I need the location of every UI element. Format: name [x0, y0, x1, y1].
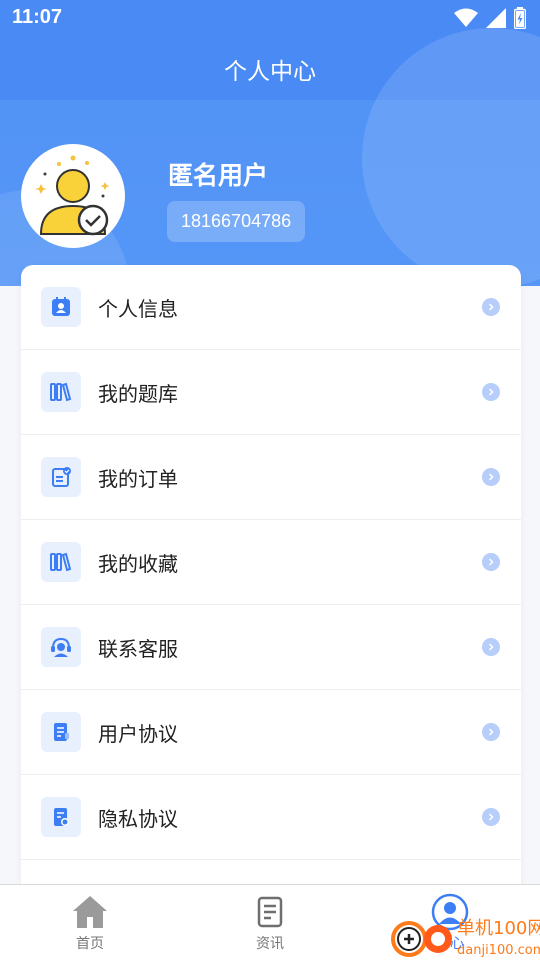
watermark-url: danji100.com — [457, 943, 540, 958]
username: 匿名用户 — [168, 161, 269, 190]
chevron-right-icon — [482, 298, 500, 316]
menu-item-label: 我的订单 — [98, 466, 178, 491]
menu-card: 个人信息 我的题库 我的订单 我的收藏 联系客服 用户协议 隐私协议 — [21, 265, 521, 905]
status-time: 11:07 — [12, 6, 63, 28]
user-verified-icon — [35, 155, 110, 236]
page-title: 个人中心 — [224, 59, 316, 85]
news-icon — [257, 896, 283, 928]
watermark-text: 单机100网 — [457, 918, 540, 939]
menu-item-label: 我的收藏 — [98, 551, 178, 576]
chevron-right-icon — [482, 553, 500, 571]
wifi-icon — [454, 8, 478, 27]
menu-item-label: 我的题库 — [98, 381, 178, 406]
tab-label: 首页 — [76, 936, 104, 952]
menu-item-my-question-bank[interactable]: 我的题库 — [21, 350, 521, 435]
battery-charging-icon — [514, 7, 526, 29]
menu-item-label: 隐私协议 — [98, 806, 178, 831]
menu-item-personal-info[interactable]: 个人信息 — [21, 265, 521, 350]
menu-item-label: 联系客服 — [98, 636, 178, 661]
user-card-icon — [41, 287, 81, 327]
signal-icon — [486, 8, 506, 28]
chevron-right-icon — [482, 638, 500, 656]
chevron-right-icon — [482, 723, 500, 741]
menu-item-privacy-agreement[interactable]: 隐私协议 — [21, 775, 521, 860]
customer-service-icon — [41, 627, 81, 667]
menu-item-user-agreement[interactable]: 用户协议 — [21, 690, 521, 775]
watermark-logo: 单机100网 danji100.com — [390, 910, 540, 960]
status-icons — [454, 6, 526, 30]
menu-item-my-orders[interactable]: 我的订单 — [21, 435, 521, 520]
menu-item-customer-service[interactable]: 联系客服 — [21, 605, 521, 690]
home-icon — [73, 896, 107, 928]
chevron-right-icon — [482, 808, 500, 826]
menu-item-my-favorites[interactable]: 我的收藏 — [21, 520, 521, 605]
privacy-document-icon — [41, 797, 81, 837]
tab-news[interactable]: 资讯 — [180, 885, 360, 960]
avatar[interactable] — [21, 144, 125, 248]
books-icon — [41, 372, 81, 412]
tab-label: 资讯 — [256, 936, 284, 952]
phone-number: 18166704786 — [167, 201, 306, 242]
tab-home[interactable]: 首页 — [0, 885, 180, 960]
chevron-right-icon — [482, 383, 500, 401]
menu-item-label: 用户协议 — [98, 721, 178, 746]
chevron-right-icon — [482, 468, 500, 486]
document-icon — [41, 712, 81, 752]
menu-item-label: 个人信息 — [98, 296, 178, 321]
watermark-graphic: 单机100网 danji100.com — [391, 918, 540, 958]
status-bar: 11:07 — [0, 0, 540, 36]
order-icon — [41, 457, 81, 497]
books-icon — [41, 542, 81, 582]
